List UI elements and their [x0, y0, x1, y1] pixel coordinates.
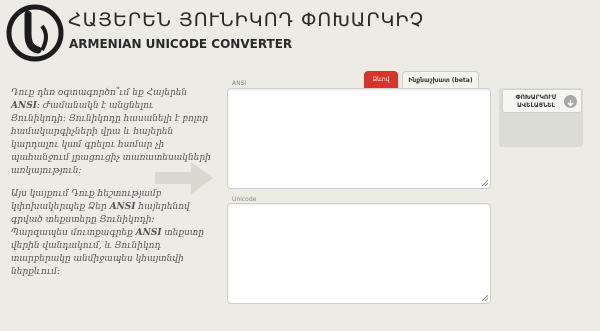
unicode-output[interactable]	[227, 203, 491, 304]
convert-button-label: ՓՈԽԱՐԿՈՒՄ ԱՎԵԼԱՑՆԵԼ	[515, 94, 557, 109]
resize-grip-icon[interactable]	[482, 180, 488, 186]
logo-icon	[6, 4, 64, 62]
ansi-label: ANSI	[232, 80, 247, 87]
ansi-input[interactable]	[227, 88, 491, 189]
tab-auto-beta[interactable]: Ինքնաշխատ (beta)	[402, 71, 479, 88]
page-title-english: ARMENIAN UNICODE CONVERTER	[69, 37, 293, 51]
convert-button[interactable]: ՓՈԽԱՐԿՈՒՄ ԱՎԵԼԱՑՆԵԼ	[502, 89, 582, 113]
intro-paragraph-2: Այս կայքում Դուք հեշտությամբ կփոխակերպեք…	[11, 189, 205, 277]
tab-manual[interactable]: Ձևով	[364, 71, 398, 88]
unicode-label: Unicode	[232, 196, 257, 203]
download-icon	[564, 95, 577, 108]
resize-grip-icon[interactable]	[482, 295, 488, 301]
page-title-armenian: ՀԱՅԵՐԵՆ ՅՈՒՆԻԿՈԴ ՓՈԽԱՐԿԻՉ	[68, 9, 425, 31]
arrow-right-icon	[155, 162, 213, 194]
